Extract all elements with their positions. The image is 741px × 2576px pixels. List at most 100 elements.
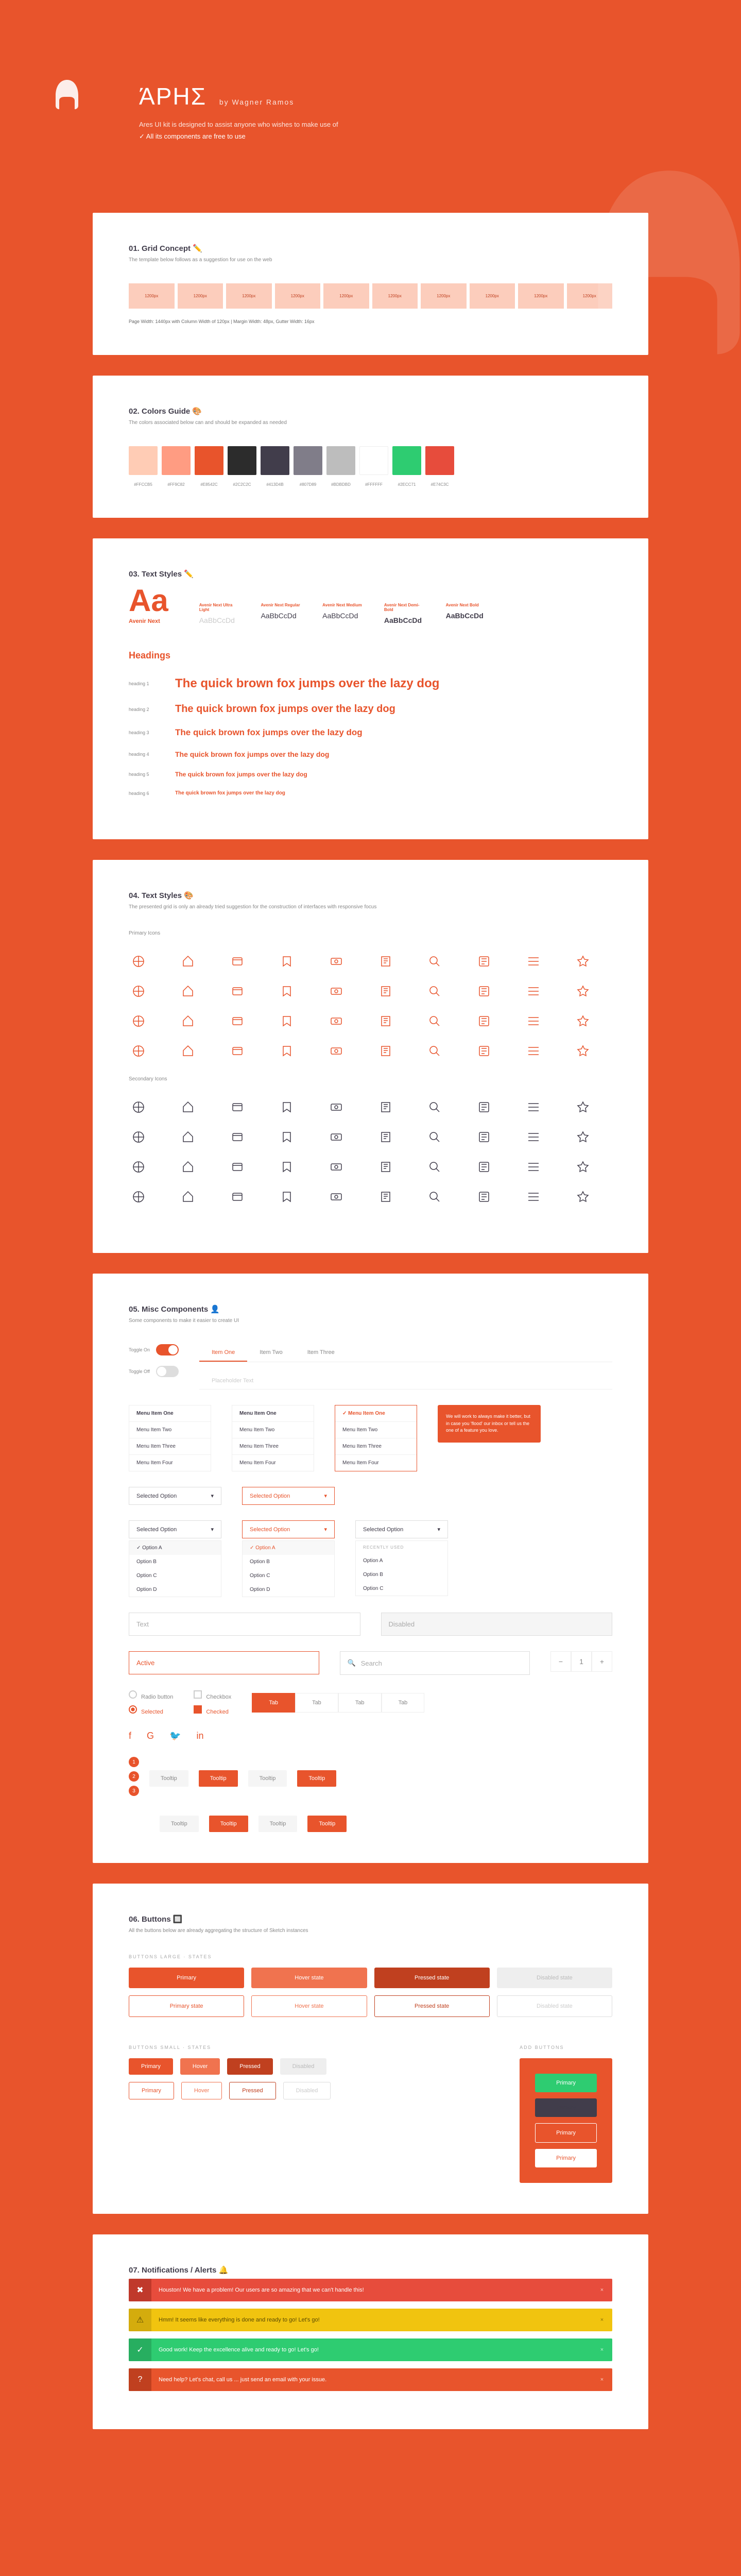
color-swatch bbox=[392, 446, 421, 475]
checkbox[interactable] bbox=[194, 1690, 202, 1699]
icon bbox=[178, 1157, 198, 1177]
radio[interactable] bbox=[129, 1690, 137, 1699]
swatch-label: #FFFFFF bbox=[359, 482, 388, 487]
icon bbox=[573, 1127, 593, 1147]
facebook-icon[interactable]: f bbox=[129, 1731, 131, 1741]
icon bbox=[376, 952, 395, 971]
toggle-on[interactable] bbox=[156, 1344, 179, 1355]
disabled-button: Disabled state bbox=[497, 1968, 612, 1988]
linkedin-icon[interactable]: in bbox=[196, 1731, 203, 1741]
close-icon[interactable]: × bbox=[592, 2377, 612, 2383]
badge: 3 bbox=[129, 1786, 139, 1796]
outline-button[interactable]: Primary state bbox=[129, 1995, 244, 2017]
tooltip: Tooltip bbox=[199, 1770, 238, 1787]
search-input[interactable]: 🔍Search bbox=[340, 1651, 530, 1675]
icon bbox=[573, 981, 593, 1001]
small-button[interactable]: Primary bbox=[129, 2082, 174, 2099]
icon bbox=[524, 1097, 543, 1117]
color-swatch bbox=[359, 446, 388, 475]
dropdown[interactable]: Selected Option▾ bbox=[242, 1520, 335, 1538]
dropdown[interactable]: Selected Option▾ bbox=[129, 1520, 221, 1538]
icon bbox=[376, 1041, 395, 1061]
color-swatch bbox=[129, 446, 158, 475]
pressed-button[interactable]: Pressed state bbox=[374, 1968, 490, 1988]
icon bbox=[376, 1097, 395, 1117]
quantity-stepper[interactable]: −1+ bbox=[550, 1651, 612, 1672]
icon bbox=[425, 981, 444, 1001]
icon bbox=[277, 1127, 297, 1147]
section-colors: 02. Colors Guide 🎨 The colors associated… bbox=[93, 376, 648, 518]
icon bbox=[524, 1187, 543, 1207]
text-input[interactable]: Text bbox=[129, 1613, 360, 1636]
close-icon[interactable]: × bbox=[592, 2317, 612, 2323]
icon bbox=[228, 981, 247, 1001]
grid-column: 1200px bbox=[470, 283, 515, 309]
twitter-icon[interactable]: 🐦 bbox=[169, 1731, 181, 1741]
icon bbox=[425, 1127, 444, 1147]
section-alerts: 07. Notifications / Alerts 🔔 ✖Houston! W… bbox=[93, 2234, 648, 2429]
dropdown[interactable]: Selected Option▾ bbox=[355, 1520, 448, 1538]
color-swatch bbox=[294, 446, 322, 475]
tab-item[interactable]: Item One bbox=[199, 1344, 247, 1362]
swatch-label: #E8542C bbox=[195, 482, 223, 487]
tab-placeholder[interactable]: Placeholder Text bbox=[199, 1372, 266, 1389]
grid-caption: Page Width: 1440px with Column Width of … bbox=[129, 319, 612, 324]
secondary-icons-label: Secondary Icons bbox=[129, 1076, 612, 1082]
small-button: Disabled bbox=[280, 2058, 327, 2075]
google-icon[interactable]: G bbox=[147, 1731, 154, 1741]
icon bbox=[277, 1011, 297, 1031]
small-button[interactable]: Primary bbox=[129, 2058, 173, 2075]
radio-selected[interactable] bbox=[129, 1705, 137, 1714]
add-button[interactable]: Primary bbox=[535, 2123, 597, 2143]
menu-active: ✓ Menu Item One Menu Item Two Menu Item … bbox=[335, 1405, 417, 1471]
icon bbox=[326, 1041, 346, 1061]
close-icon[interactable]: × bbox=[592, 2287, 612, 2293]
icon bbox=[178, 1041, 198, 1061]
icon bbox=[573, 1041, 593, 1061]
small-button[interactable]: Hover bbox=[180, 2058, 220, 2075]
icon bbox=[524, 952, 543, 971]
close-icon[interactable]: × bbox=[592, 2347, 612, 2353]
page-title: ΆΡΗΣ by Wagner Ramos bbox=[139, 82, 648, 110]
background-helmet bbox=[566, 155, 741, 412]
add-button[interactable]: Primary bbox=[535, 2098, 597, 2117]
grid-column: 1200px bbox=[129, 283, 175, 309]
tab-item[interactable]: Item Three bbox=[295, 1344, 347, 1362]
section-desc: Some components to make it easier to cre… bbox=[129, 1318, 612, 1324]
small-button[interactable]: Pressed bbox=[227, 2058, 272, 2075]
add-button[interactable]: Primary bbox=[535, 2074, 597, 2092]
icon bbox=[326, 1127, 346, 1147]
dropdown-closed[interactable]: Selected Option▾ bbox=[129, 1487, 221, 1505]
section-grid: 01. Grid Concept ✏️ The template below f… bbox=[93, 213, 648, 355]
primary-button[interactable]: Primary bbox=[129, 1968, 244, 1988]
color-swatch bbox=[228, 446, 256, 475]
text-input-active[interactable]: Active bbox=[129, 1651, 319, 1674]
callout-box: We will work to always make it better, b… bbox=[438, 1405, 541, 1443]
checkbox-checked[interactable] bbox=[194, 1705, 202, 1714]
icon bbox=[474, 1157, 494, 1177]
icon bbox=[474, 1041, 494, 1061]
toggle-off[interactable] bbox=[156, 1366, 179, 1377]
swatch-label: #FF9C82 bbox=[162, 482, 191, 487]
alert-icon: ✓ bbox=[129, 2338, 151, 2361]
section-title: 05. Misc Components 👤 bbox=[129, 1304, 612, 1314]
icon bbox=[425, 1011, 444, 1031]
dropdown-open[interactable]: Selected Option▾ bbox=[242, 1487, 335, 1505]
outline-disabled-button: Disabled state bbox=[497, 1995, 612, 2017]
alert-danger: ✖Houston! We have a problem! Our users a… bbox=[129, 2279, 612, 2301]
alert-warning: ⚠Hmm! It seems like everything is done a… bbox=[129, 2309, 612, 2331]
outline-hover-button[interactable]: Hover state bbox=[251, 1995, 367, 2017]
tab-item[interactable]: Item Two bbox=[247, 1344, 295, 1362]
color-swatch bbox=[162, 446, 191, 475]
icon bbox=[129, 1041, 148, 1061]
alert-text: Hmm! It seems like everything is done an… bbox=[151, 2317, 592, 2323]
icon bbox=[376, 1157, 395, 1177]
icon bbox=[573, 1187, 593, 1207]
add-button[interactable]: Primary bbox=[535, 2149, 597, 2167]
segment-tabs: Tab Tab Tab Tab bbox=[252, 1693, 424, 1713]
hover-button[interactable]: Hover state bbox=[251, 1968, 367, 1988]
outline-pressed-button[interactable]: Pressed state bbox=[374, 1995, 490, 2017]
small-button[interactable]: Pressed bbox=[229, 2082, 275, 2099]
small-button[interactable]: Hover bbox=[181, 2082, 222, 2099]
swatch-label: #E74C3C bbox=[425, 482, 454, 487]
